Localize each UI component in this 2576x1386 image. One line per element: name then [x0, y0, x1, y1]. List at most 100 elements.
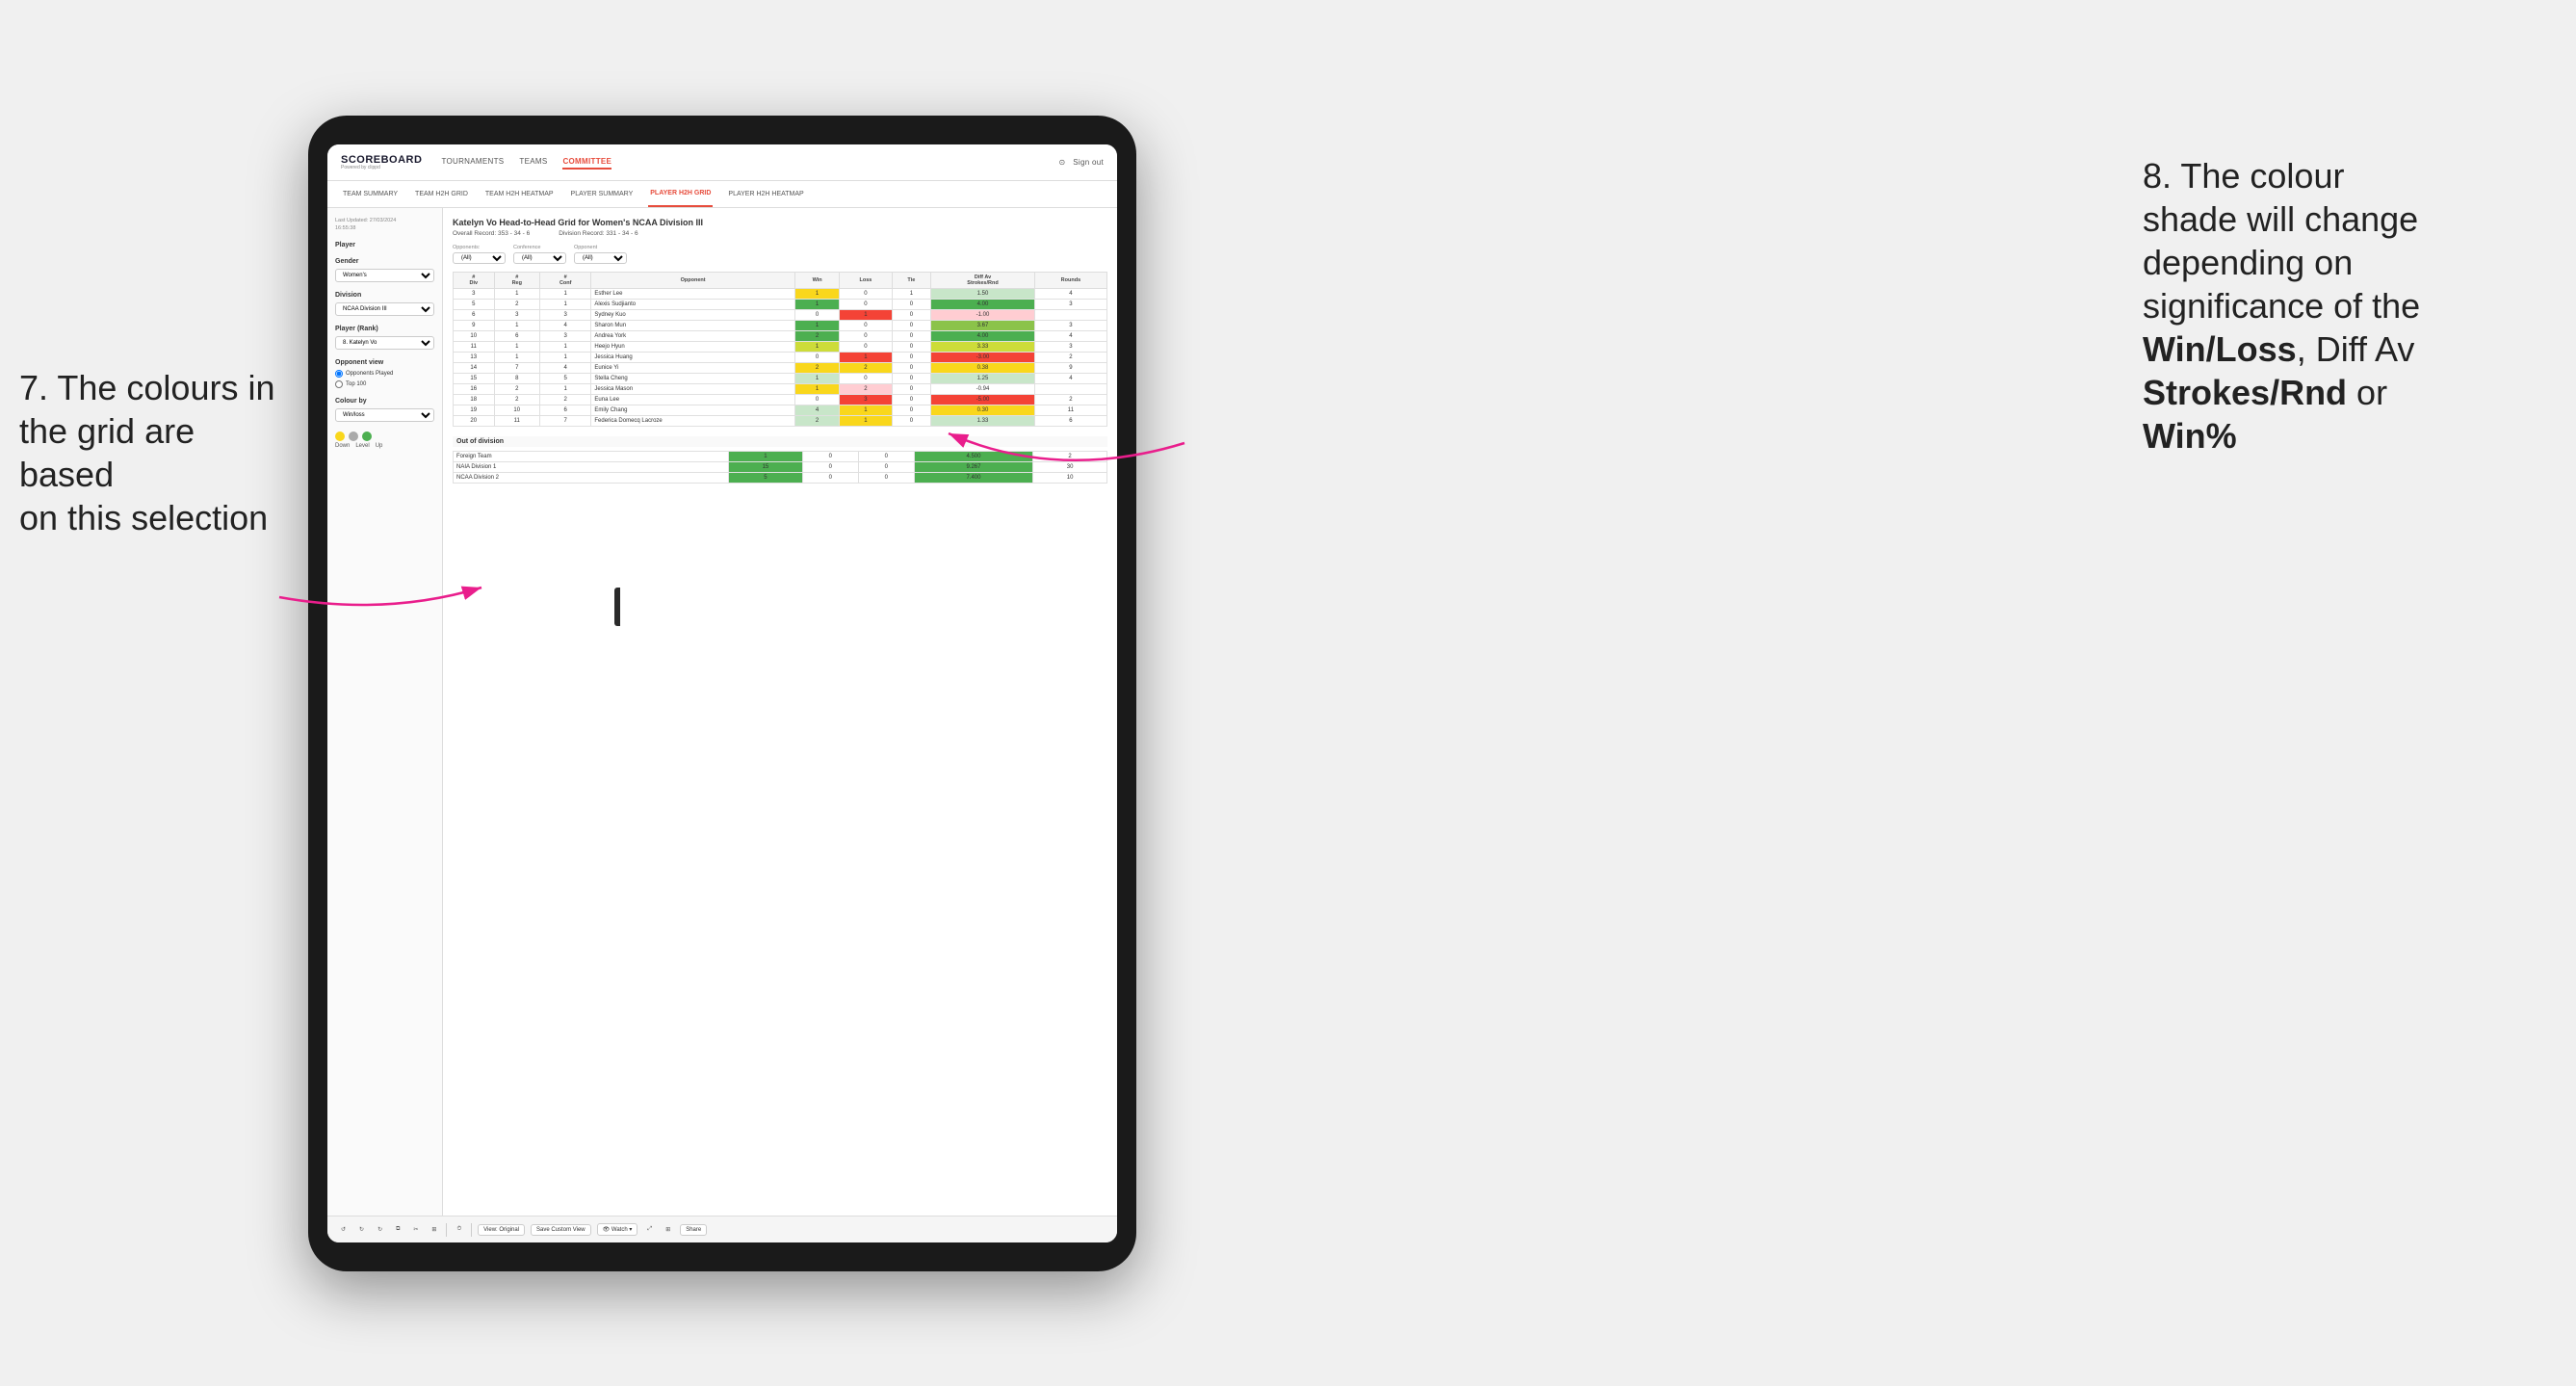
nav-tournaments[interactable]: TOURNAMENTS — [441, 155, 504, 170]
cell-opponent: Federica Domecq Lacroze — [591, 416, 794, 427]
sub-nav-team-h2h-grid[interactable]: TEAM H2H GRID — [413, 181, 470, 207]
cell-conf: 3 — [540, 310, 591, 321]
filter-opponents-select[interactable]: (All) — [453, 252, 506, 264]
cell-tie: 0 — [858, 462, 914, 473]
toolbar-redo-1[interactable]: ↻ — [355, 1224, 368, 1235]
cell-div: 16 — [454, 384, 495, 395]
cell-reg: 8 — [494, 374, 540, 384]
toolbar-expand[interactable]: ⤢ — [643, 1224, 656, 1235]
th-reg: #Reg — [494, 273, 540, 289]
cell-opponent: Jessica Huang — [591, 353, 794, 363]
sidebar-gender-select[interactable]: Women's — [335, 269, 434, 282]
toolbar-divider-1 — [446, 1223, 447, 1237]
radio-opponents-played[interactable]: Opponents Played — [335, 370, 434, 378]
sub-nav-team-summary[interactable]: TEAM SUMMARY — [341, 181, 400, 207]
cell-loss: 2 — [840, 363, 892, 374]
sub-nav-team-h2h-heatmap[interactable]: TEAM H2H HEATMAP — [483, 181, 556, 207]
table-row: 19 10 6 Emily Chang 4 1 0 0.30 11 — [454, 405, 1107, 416]
cell-rounds: 2 — [1034, 395, 1106, 405]
toolbar-save-custom[interactable]: Save Custom View — [531, 1224, 591, 1236]
toolbar-grid[interactable]: ⊞ — [662, 1224, 674, 1235]
toolbar-clock[interactable]: ⏱ — [453, 1224, 465, 1235]
cell-win: 1 — [794, 384, 840, 395]
toolbar-undo[interactable]: ↺ — [337, 1224, 350, 1235]
cell-rounds — [1034, 310, 1106, 321]
toolbar-paste[interactable]: ⊞ — [428, 1224, 440, 1235]
table-header-row: #Div #Reg #Conf Opponent Win Loss Tie Di… — [454, 273, 1107, 289]
cell-win: 1 — [794, 300, 840, 310]
sidebar-opponent-view-label: Opponent view — [335, 359, 434, 366]
table-row: 15 8 5 Stella Cheng 1 0 0 1.25 4 — [454, 374, 1107, 384]
filter-conference-select[interactable]: (All) — [513, 252, 566, 264]
sidebar-player-rank-select[interactable]: 8. Katelyn Vo — [335, 336, 434, 350]
cell-loss: 1 — [840, 416, 892, 427]
cell-reg: 1 — [494, 353, 540, 363]
cell-div: 11 — [454, 342, 495, 353]
tablet-screen: SCOREBOARD Powered by clippd TOURNAMENTS… — [327, 144, 1117, 1242]
sub-nav-player-h2h-grid[interactable]: PLAYER H2H GRID — [648, 181, 713, 207]
cell-conf: 1 — [540, 342, 591, 353]
cell-opponent: Eunice Yi — [591, 363, 794, 374]
cell-win: 1 — [729, 452, 803, 462]
toolbar-view-original[interactable]: View: Original — [478, 1224, 525, 1236]
toolbar-redo-2[interactable]: ↻ — [374, 1224, 386, 1235]
cell-diff: 0.30 — [931, 405, 1035, 416]
sidebar-player-rank-label: Player (Rank) — [335, 326, 434, 332]
cell-win: 0 — [794, 310, 840, 321]
legend-dot-yellow — [335, 431, 345, 441]
cell-conf: 1 — [540, 289, 591, 300]
sidebar-division-section: Division NCAA Division III — [335, 292, 434, 316]
cell-div: 13 — [454, 353, 495, 363]
toolbar-watch[interactable]: 👁 Watch ▾ — [597, 1223, 638, 1236]
table-row: 14 7 4 Eunice Yi 2 2 0 0.38 9 — [454, 363, 1107, 374]
cell-win: 15 — [729, 462, 803, 473]
toolbar-copy[interactable]: ⧉ — [392, 1224, 403, 1235]
cell-tie: 0 — [892, 353, 931, 363]
sidebar-player-label: Player — [335, 242, 434, 248]
legend-labels: Down Level Up — [335, 443, 434, 449]
cell-win: 5 — [729, 473, 803, 484]
cell-win: 2 — [794, 331, 840, 342]
sign-out-link[interactable]: Sign out — [1073, 156, 1104, 169]
annotation-left-text: 7. The colours inthe grid are basedon th… — [19, 368, 274, 537]
cell-opponent: Andrea York — [591, 331, 794, 342]
cell-tie: 0 — [892, 395, 931, 405]
nav-committee[interactable]: COMMITTEE — [562, 155, 611, 170]
cell-diff: 4.00 — [931, 300, 1035, 310]
side-button — [614, 588, 620, 626]
cell-div: 3 — [454, 289, 495, 300]
radio-top-100[interactable]: Top 100 — [335, 380, 434, 388]
cell-tie: 0 — [892, 416, 931, 427]
division-record: Division Record: 331 - 34 - 6 — [559, 230, 637, 237]
cell-rounds — [1034, 384, 1106, 395]
annotation-win-pct-bold: Win% — [2143, 416, 2237, 456]
cell-loss: 2 — [840, 384, 892, 395]
tablet-frame: SCOREBOARD Powered by clippd TOURNAMENTS… — [308, 116, 1136, 1271]
cell-opponent: Stella Cheng — [591, 374, 794, 384]
cell-tie: 0 — [892, 300, 931, 310]
nav-teams[interactable]: TEAMS — [519, 155, 547, 170]
sidebar-division-select[interactable]: NCAA Division III — [335, 302, 434, 316]
cell-tie: 0 — [858, 473, 914, 484]
cell-opponent: Sharon Mun — [591, 321, 794, 331]
radio-top-100-label: Top 100 — [346, 381, 366, 387]
cell-div: 10 — [454, 331, 495, 342]
sidebar-radio-group: Opponents Played Top 100 — [335, 370, 434, 388]
cell-conf: 2 — [540, 395, 591, 405]
cell-diff: 4.00 — [931, 331, 1035, 342]
colour-by-select[interactable]: Win/loss — [335, 408, 434, 422]
toolbar-cut[interactable]: ✂ — [409, 1224, 422, 1235]
cell-div: 14 — [454, 363, 495, 374]
sub-nav-player-h2h-heatmap[interactable]: PLAYER H2H HEATMAP — [726, 181, 805, 207]
th-tie: Tie — [892, 273, 931, 289]
cell-rounds: 2 — [1033, 452, 1107, 462]
cell-label: NAIA Division 1 — [454, 462, 729, 473]
data-table: #Div #Reg #Conf Opponent Win Loss Tie Di… — [453, 272, 1107, 427]
sub-nav-player-summary[interactable]: PLAYER SUMMARY — [569, 181, 636, 207]
toolbar-share[interactable]: Share — [680, 1224, 707, 1236]
filters-row: Opponents: (All) Conference (All) Oppone… — [453, 245, 1107, 264]
filter-opponent-select[interactable]: (All) — [574, 252, 627, 264]
cell-loss: 0 — [840, 342, 892, 353]
cell-diff: -0.94 — [931, 384, 1035, 395]
main-content: Last Updated: 27/03/202416:55:38 Player … — [327, 208, 1117, 1216]
